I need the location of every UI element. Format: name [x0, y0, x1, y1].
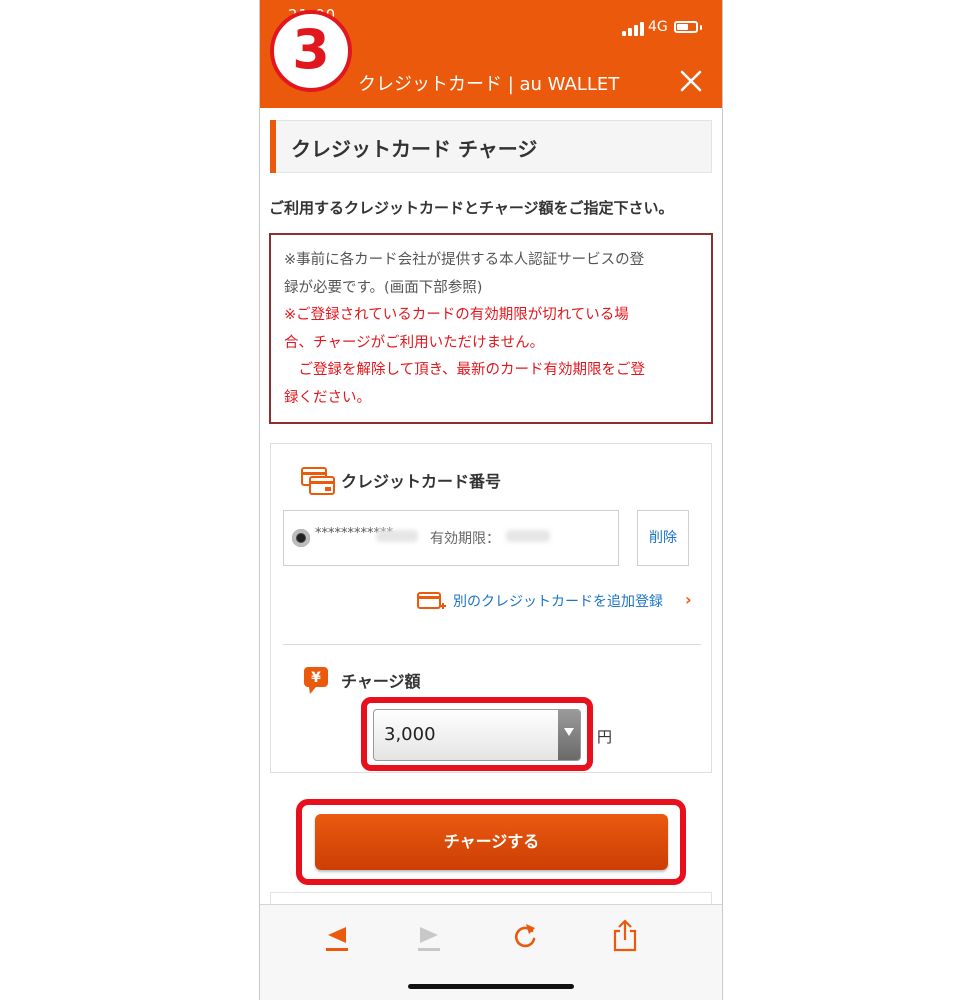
select-arrow-button[interactable] [558, 710, 580, 760]
amount-highlight-frame: 3,000 [361, 697, 593, 771]
instruction-text: ご利用するクレジットカードとチャージ額をご指定下さい。 [269, 199, 674, 217]
credit-card-icon [301, 467, 335, 495]
reload-icon[interactable] [510, 919, 540, 953]
notice-line: 録が必要です。(画面下部参照) [284, 279, 483, 296]
expiry-redacted [506, 530, 550, 542]
divider [283, 644, 701, 645]
card-radio[interactable] [292, 529, 310, 547]
svg-text:¥: ¥ [311, 670, 321, 686]
content-edge [270, 892, 712, 904]
phone-screen: 21:00 4G 3 クレジットカード | au WALLET クレジットカード… [259, 0, 723, 1000]
chevron-right-icon: › [685, 590, 692, 609]
back-icon[interactable] [322, 919, 352, 953]
battery-icon [674, 21, 698, 33]
home-indicator[interactable] [408, 984, 574, 989]
add-card-label: 別のクレジットカードを追加登録 [453, 594, 663, 610]
notice-warning-line: 合、チャージがご利用いただけません。 [284, 334, 545, 351]
expiry-label: 有効期限： [430, 531, 500, 547]
top-bar: 21:00 4G 3 クレジットカード | au WALLET [260, 0, 722, 108]
card-number-redacted [376, 530, 418, 542]
section-title: クレジットカード チャージ [291, 137, 538, 161]
charge-amount-select[interactable]: 3,000 [373, 709, 581, 761]
yen-icon: ¥ [304, 667, 328, 694]
step-badge: 3 [270, 10, 352, 92]
charge-amount-value: 3,000 [384, 724, 436, 745]
add-card-icon [417, 592, 446, 609]
nav-title: クレジットカード | au WALLET [358, 74, 620, 95]
section-accent-bar [270, 120, 276, 173]
notice-box: ※事前に各カード会社が提供する本人認証サービスの登 録が必要です。(画面下部参照… [269, 233, 713, 424]
signal-icon [622, 22, 644, 36]
charge-button[interactable]: チャージする [315, 814, 668, 870]
notice-warning-line: 録ください。 [284, 389, 371, 406]
card-number-label: クレジットカード番号 [341, 472, 502, 491]
charge-amount-label: チャージ額 [341, 672, 421, 691]
section-header: クレジットカード チャージ [270, 120, 712, 173]
notice-line: ※事前に各カード会社が提供する本人認証サービスの登 [284, 252, 645, 268]
add-card-link[interactable]: 別のクレジットカードを追加登録 › [417, 589, 707, 611]
forward-icon[interactable] [414, 919, 444, 953]
card-option[interactable]: ************ 有効期限： [283, 510, 619, 566]
currency-unit: 円 [597, 728, 613, 746]
delete-card-button[interactable]: 削除 [637, 510, 689, 566]
card-panel: クレジットカード番号 ************ 有効期限： 削除 別のクレジット… [270, 443, 712, 773]
notice-warning-line: ※ご登録されているカードの有効期限が切れている場 [284, 307, 629, 323]
close-icon[interactable] [678, 68, 704, 94]
share-icon[interactable] [610, 919, 640, 953]
network-label: 4G [648, 19, 668, 35]
notice-warning-line: ご登録を解除して頂き、最新のカード有効期限をご登 [284, 362, 646, 378]
chevron-down-icon [564, 728, 574, 736]
battery-tip [700, 25, 702, 30]
